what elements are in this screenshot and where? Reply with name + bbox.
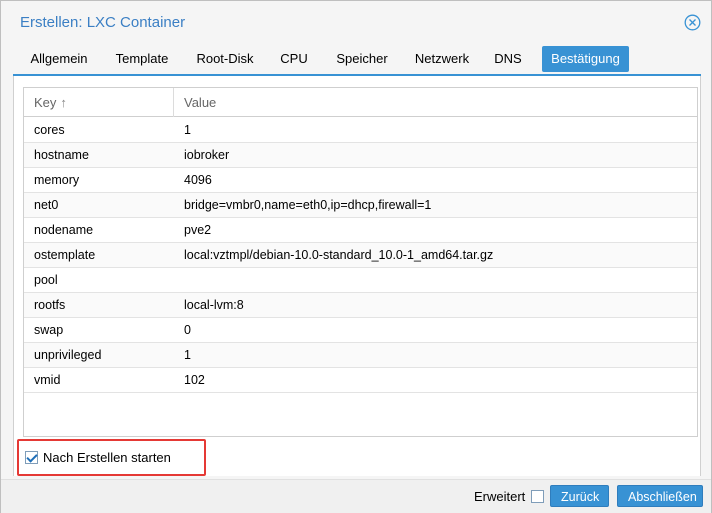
- row-key: vmid: [34, 373, 61, 387]
- row-value: local-lvm:8: [184, 298, 244, 312]
- row-key: rootfs: [34, 298, 66, 312]
- start-after-create-highlight: Nach Erstellen starten: [17, 439, 206, 476]
- row-key: pool: [34, 273, 58, 287]
- row-value: bridge=vmbr0,name=eth0,ip=dhcp,firewall=…: [184, 198, 432, 212]
- row-value: 4096: [184, 173, 212, 187]
- row-value: iobroker: [184, 148, 230, 162]
- row-key: memory: [34, 173, 80, 187]
- table-row[interactable]: unprivileged 1: [24, 343, 697, 368]
- row-key: swap: [34, 323, 64, 337]
- row-key: cores: [34, 123, 65, 137]
- row-key: ostemplate: [34, 248, 96, 262]
- back-button[interactable]: Zurück: [550, 485, 609, 507]
- sort-ascending-icon: ↑: [60, 95, 67, 110]
- grid-rows: cores 1 hostname iobroker memory 4096 net0 b…: [24, 118, 697, 393]
- table-row[interactable]: cores 1: [24, 118, 697, 143]
- tab-cpu[interactable]: CPU: [275, 46, 313, 72]
- row-value: 1: [184, 123, 191, 137]
- tab-root-disk[interactable]: Root-Disk: [185, 46, 265, 72]
- row-value: pve2: [184, 223, 212, 237]
- start-after-create-checkbox[interactable]: [25, 451, 38, 464]
- tab-template[interactable]: Template: [105, 46, 179, 72]
- finish-button[interactable]: Abschließen: [617, 485, 703, 507]
- dialog-title: Erstellen: LXC Container: [20, 14, 186, 31]
- dialog-footer: Erweitert Zurück Abschließen: [1, 479, 711, 513]
- grid-header: Key ↑ Value: [24, 88, 697, 117]
- tab-dns[interactable]: DNS: [488, 46, 528, 72]
- table-row[interactable]: vmid 102: [24, 368, 697, 393]
- table-row[interactable]: hostname iobroker: [24, 143, 697, 168]
- table-row[interactable]: swap 0: [24, 318, 697, 343]
- table-row[interactable]: memory 4096: [24, 168, 697, 193]
- advanced-label[interactable]: Erweitert: [474, 489, 525, 504]
- table-row[interactable]: nodename pve2: [24, 218, 697, 243]
- column-header-key-label: Key: [34, 95, 57, 110]
- table-row[interactable]: ostemplate local:vztmpl/debian-10.0-stand…: [24, 243, 697, 268]
- tab-bestaetigung[interactable]: Bestätigung: [542, 46, 629, 72]
- row-value: 0: [184, 323, 191, 337]
- table-row[interactable]: rootfs local-lvm:8: [24, 293, 697, 318]
- row-key: nodename: [34, 223, 94, 237]
- table-row[interactable]: net0 bridge=vmbr0,name=eth0,ip=dhcp,firew…: [24, 193, 697, 218]
- tab-netzwerk[interactable]: Netzwerk: [405, 46, 479, 72]
- column-header-value[interactable]: Value: [174, 88, 697, 117]
- tab-speicher[interactable]: Speicher: [327, 46, 397, 72]
- row-value: 1: [184, 348, 191, 362]
- column-header-key[interactable]: Key ↑: [24, 88, 174, 117]
- tab-allgemein[interactable]: Allgemein: [21, 46, 97, 72]
- row-value: 102: [184, 373, 205, 387]
- dialog-titlebar: Erstellen: LXC Container: [1, 1, 711, 43]
- start-after-create-label[interactable]: Nach Erstellen starten: [43, 450, 171, 465]
- wizard-tabbar: Allgemein Template Root-Disk CPU Speiche…: [13, 45, 701, 75]
- create-lxc-dialog: Erstellen: LXC Container Allgemein Templ…: [0, 0, 712, 513]
- row-key: hostname: [34, 148, 89, 162]
- table-row[interactable]: pool: [24, 268, 697, 293]
- row-value: local:vztmpl/debian-10.0-standard_10.0-1…: [184, 248, 494, 262]
- confirmation-panel: Key ↑ Value cores 1 hostname iobroker memor…: [13, 76, 701, 476]
- settings-grid: Key ↑ Value cores 1 hostname iobroker memor…: [23, 87, 698, 437]
- row-key: net0: [34, 198, 59, 212]
- advanced-checkbox[interactable]: [531, 490, 544, 503]
- row-key: unprivileged: [34, 348, 102, 362]
- close-icon[interactable]: [684, 14, 701, 31]
